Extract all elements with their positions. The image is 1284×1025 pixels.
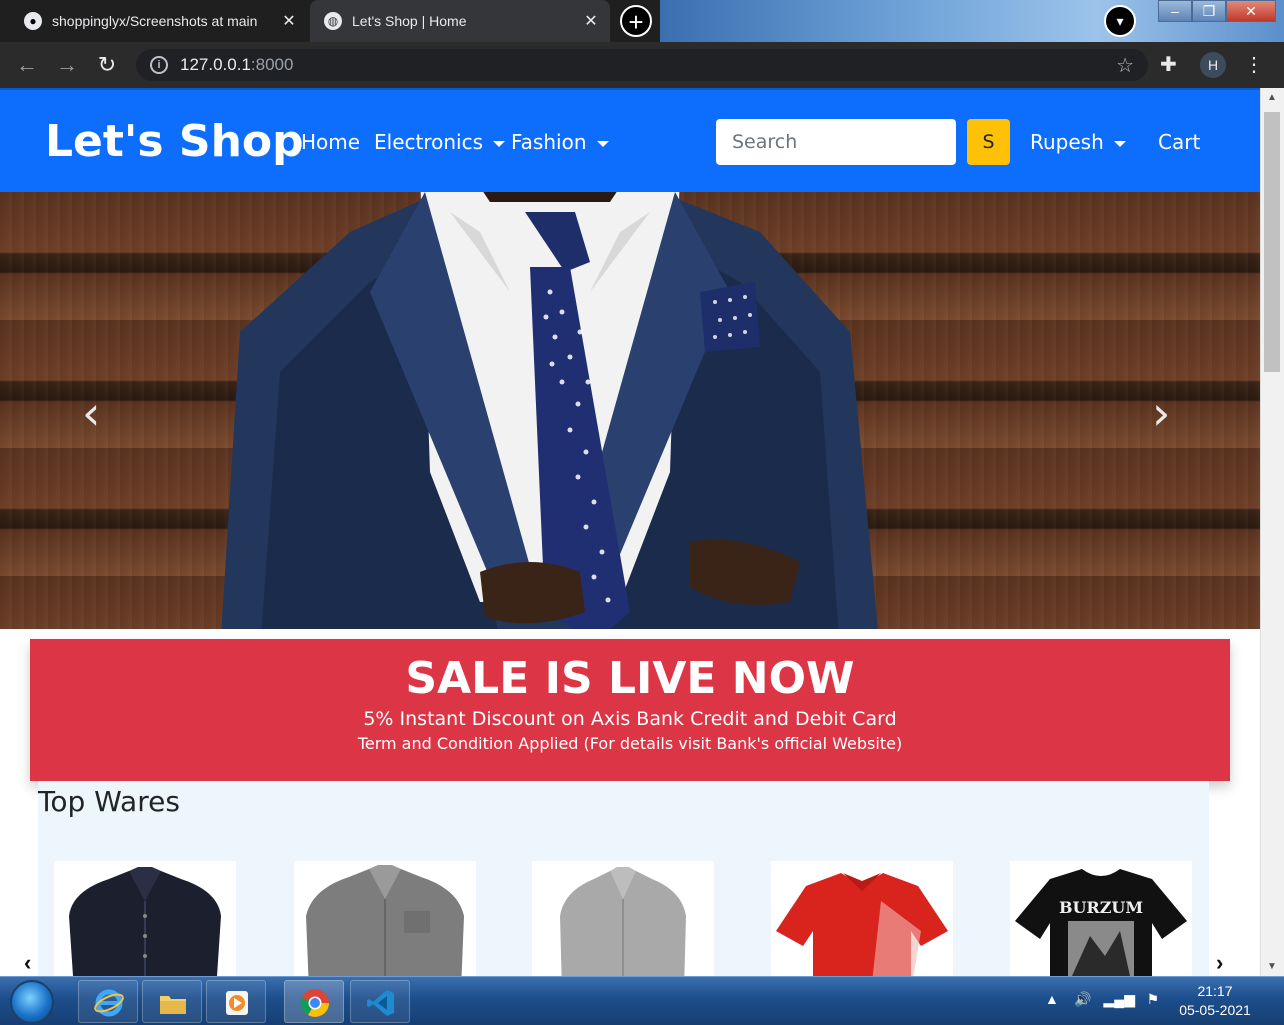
nav-user-dropdown[interactable]: Rupesh	[1030, 130, 1126, 154]
product-image-navy-shirt	[69, 867, 221, 976]
tshirt-print-text: BURZUM	[1059, 898, 1143, 917]
nav-user-label: Rupesh	[1030, 130, 1104, 154]
wares-prev-icon[interactable]: ‹	[24, 950, 31, 976]
close-tab-icon[interactable]: ✕	[580, 11, 602, 31]
product-card[interactable]	[294, 861, 476, 976]
reload-icon[interactable]: ↻	[94, 52, 120, 78]
internet-explorer-icon	[94, 989, 124, 1017]
caret-down-icon	[493, 140, 506, 147]
nav-electronics-dropdown[interactable]: Electronics	[374, 130, 506, 154]
wares-next-icon[interactable]: ›	[1216, 950, 1223, 976]
page-viewport: Let's Shop Home Electronics Fashion S Ru…	[0, 88, 1260, 976]
page-scrollbar[interactable]: ▲ ▼	[1260, 88, 1284, 976]
search-button[interactable]: S	[967, 119, 1010, 165]
tab-github[interactable]: ● shoppinglyx/Screenshots at main ✕	[10, 0, 308, 42]
extensions-puzzle-icon[interactable]: ✚	[1160, 52, 1177, 77]
minimize-icon[interactable]: –	[1158, 0, 1192, 22]
nav-fashion-dropdown[interactable]: Fashion	[511, 130, 609, 154]
start-button[interactable]	[10, 980, 54, 1024]
taskbar-clock[interactable]: 21:17 05-05-2021	[1170, 982, 1260, 1020]
hero-carousel: ‹ ›	[0, 192, 1260, 629]
product-card[interactable]: BURZUM	[1010, 861, 1192, 976]
volume-icon[interactable]: 🔊	[1074, 991, 1091, 1007]
tab-search-dropdown-icon[interactable]: ▾	[1104, 5, 1136, 37]
brand-logo[interactable]: Let's Shop	[45, 116, 304, 167]
network-signal-icon[interactable]: ▂▄▆	[1104, 991, 1135, 1007]
hero-suit-image	[221, 192, 878, 629]
nav-electronics-label: Electronics	[374, 130, 484, 154]
site-navbar: Let's Shop Home Electronics Fashion S Ru…	[0, 88, 1260, 192]
product-image-grey-shirt	[306, 865, 464, 976]
back-icon[interactable]: ←	[14, 52, 40, 78]
top-wares-heading: Top Wares	[38, 785, 180, 818]
restore-icon[interactable]: ❐	[1192, 0, 1226, 22]
browser-menu-icon[interactable]: ⋮	[1244, 52, 1264, 78]
taskbar-file-explorer[interactable]	[142, 980, 202, 1023]
sale-title: SALE IS LIVE NOW	[405, 653, 855, 704]
browser-toolbar: ← → ↻ i 127.0.0.1:8000 ☆	[0, 42, 1284, 88]
media-player-icon	[226, 991, 248, 1015]
globe-icon: ◍	[324, 12, 342, 30]
sale-note: Term and Condition Applied (For details …	[357, 734, 903, 753]
sale-banner: SALE IS LIVE NOW 5% Instant Discount on …	[30, 639, 1230, 781]
chrome-icon	[300, 989, 329, 1017]
top-wares-section: Top Wares BURZUM	[38, 781, 1209, 976]
carousel-prev-icon[interactable]: ‹	[82, 386, 100, 440]
nav-cart[interactable]: Cart	[1158, 130, 1200, 154]
forward-icon[interactable]: →	[54, 52, 80, 78]
product-image-black-band-tshirt: BURZUM	[1015, 869, 1187, 976]
caret-down-icon	[596, 140, 609, 147]
taskbar-vscode[interactable]	[350, 980, 410, 1023]
show-hidden-icons-icon[interactable]: ▲	[1045, 991, 1059, 1007]
close-window-icon[interactable]: ✕	[1226, 0, 1276, 22]
bookmark-star-icon[interactable]: ☆	[1116, 53, 1134, 78]
taskbar-chrome[interactable]	[284, 980, 344, 1023]
product-image-red-polo	[776, 873, 948, 976]
tab-title: Let's Shop | Home	[352, 13, 467, 29]
scroll-thumb[interactable]	[1264, 112, 1280, 372]
url-host: 127.0.0.1	[180, 55, 251, 74]
new-tab-button[interactable]: +	[620, 5, 652, 37]
product-card[interactable]	[54, 861, 236, 976]
profile-avatar[interactable]: H	[1200, 52, 1226, 78]
url-port: :8000	[250, 55, 294, 74]
tab-title: shoppinglyx/Screenshots at main	[52, 13, 258, 29]
address-bar[interactable]: i 127.0.0.1:8000 ☆	[136, 49, 1148, 81]
folder-icon	[160, 996, 186, 1014]
nav-fashion-label: Fashion	[511, 130, 587, 154]
action-center-flag-icon[interactable]: ⚑	[1147, 991, 1160, 1007]
windows-taskbar: ▲ 🔊 ▂▄▆ ⚑ 21:17 05-05-2021	[0, 976, 1284, 1025]
site-info-icon[interactable]: i	[150, 56, 168, 74]
vscode-icon	[367, 990, 394, 1016]
carousel-next-icon[interactable]: ›	[1152, 386, 1170, 440]
close-tab-icon[interactable]: ✕	[278, 11, 300, 31]
product-card[interactable]	[532, 861, 714, 976]
taskbar-internet-explorer[interactable]	[78, 980, 138, 1023]
search-input[interactable]	[716, 119, 956, 165]
product-image-light-grey-shirt	[560, 867, 686, 976]
github-icon: ●	[24, 12, 42, 30]
scroll-up-icon[interactable]: ▲	[1261, 92, 1283, 103]
scroll-down-icon[interactable]: ▼	[1261, 961, 1283, 972]
nav-home[interactable]: Home	[301, 130, 360, 154]
taskbar-media-player[interactable]	[206, 980, 266, 1023]
window-controls: – ❐ ✕	[1158, 0, 1276, 22]
tab-lets-shop[interactable]: ◍ Let's Shop | Home ✕	[310, 0, 610, 42]
clock-date: 05-05-2021	[1179, 1002, 1251, 1018]
product-card[interactable]	[771, 861, 953, 976]
clock-time: 21:17	[1197, 983, 1233, 999]
sale-subtitle: 5% Instant Discount on Axis Bank Credit …	[363, 708, 897, 730]
system-tray: ▲ 🔊 ▂▄▆ ⚑	[1045, 991, 1159, 1008]
caret-down-icon	[1113, 140, 1126, 147]
